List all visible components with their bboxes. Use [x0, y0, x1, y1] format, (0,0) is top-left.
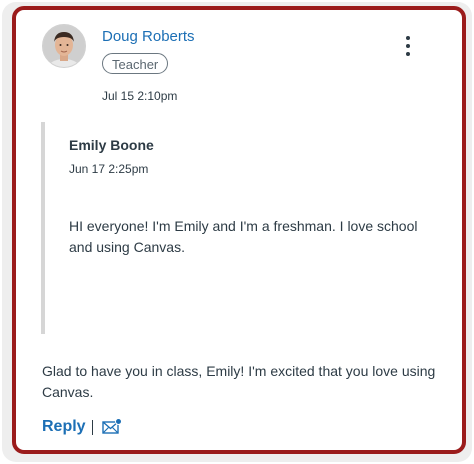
mail-envelope-icon: [102, 418, 122, 434]
author-avatar[interactable]: [42, 24, 86, 68]
reply-button[interactable]: Reply: [42, 418, 86, 436]
action-separator: [92, 420, 93, 435]
kebab-menu-icon[interactable]: [398, 34, 418, 60]
post-timestamp: Jul 15 2:10pm: [102, 89, 178, 103]
quoted-message: HI everyone! I'm Emily and I'm a freshma…: [69, 218, 418, 255]
author-name-link[interactable]: Doug Roberts: [102, 28, 195, 45]
kebab-dot: [406, 36, 410, 40]
quote-bar: [41, 122, 45, 334]
reply-message: Glad to have you in class, Emily! I'm ex…: [42, 363, 436, 400]
quoted-timestamp: Jun 17 2:25pm: [69, 162, 149, 176]
kebab-dot: [406, 44, 410, 48]
quoted-author-name: Emily Boone: [69, 137, 154, 153]
role-badge: Teacher: [102, 53, 169, 74]
mail-icon[interactable]: [102, 418, 122, 436]
avatar-icon: [43, 25, 85, 67]
discussion-reply-card: Doug Roberts Teacher Jul 15 2:10pm Emily…: [12, 6, 466, 454]
kebab-dot: [406, 52, 410, 56]
